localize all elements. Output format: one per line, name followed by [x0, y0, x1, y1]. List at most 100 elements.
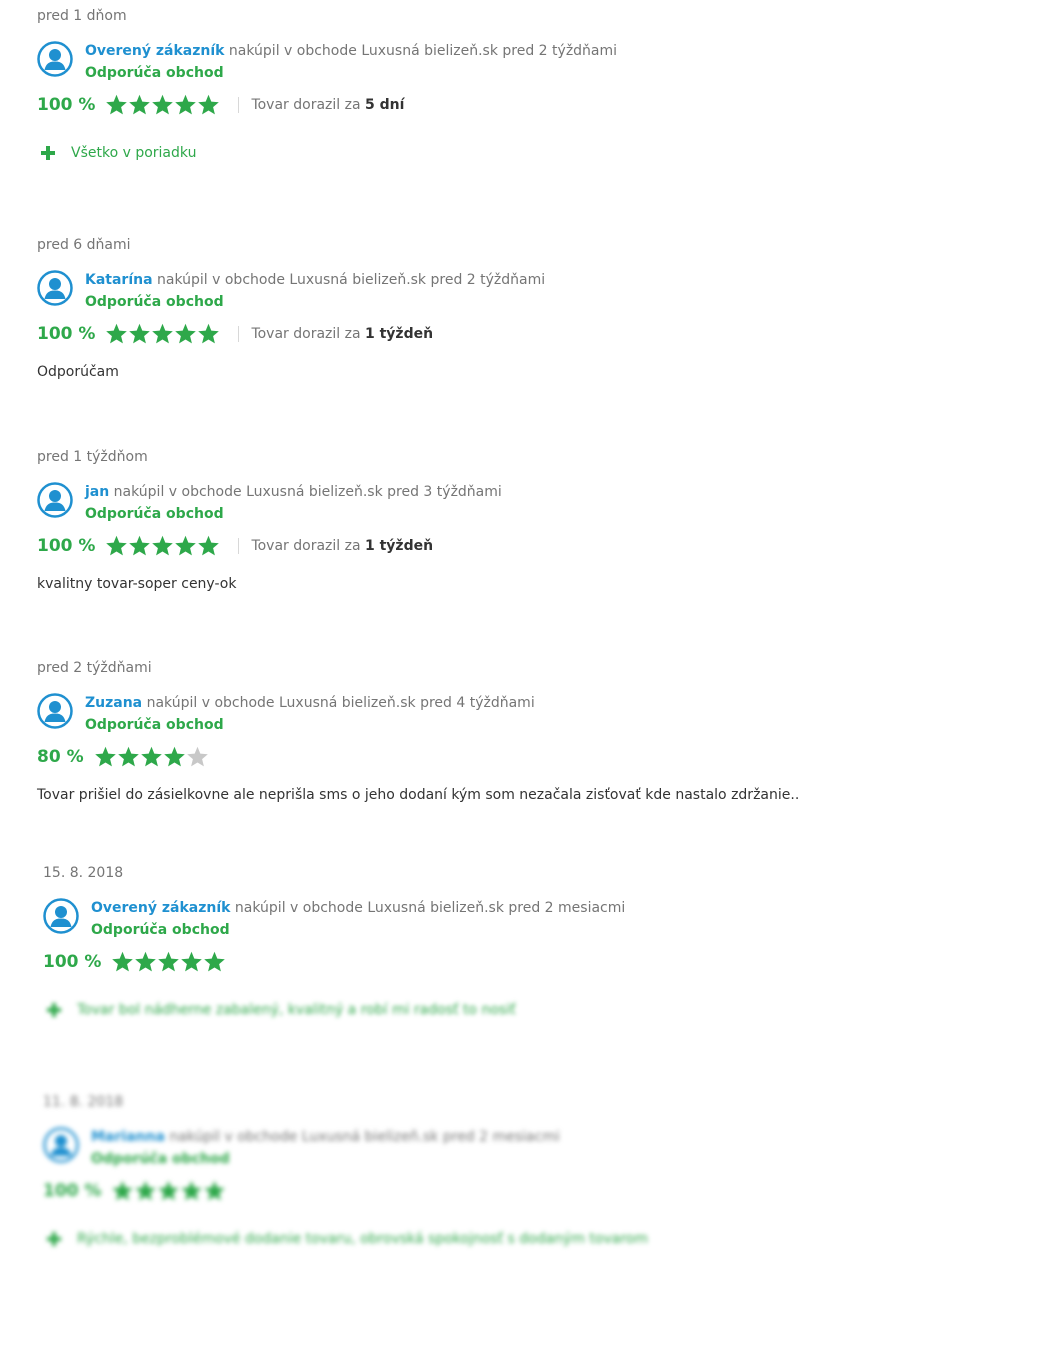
star-rating — [111, 1180, 226, 1202]
star-icon — [175, 535, 197, 556]
recommend-label: Odporúča obchod — [85, 294, 224, 310]
review-pro: Všetko v poriadku — [37, 145, 937, 161]
star-icon — [158, 951, 180, 972]
star-icon — [204, 951, 226, 972]
plus-icon — [47, 1003, 61, 1017]
rating-percent: 100 % — [43, 952, 102, 972]
reviewer-row: jan nakúpil v obchode Luxusná bielizeň.s… — [37, 482, 937, 526]
star-icon — [198, 323, 220, 344]
recommend-label: Odporúča obchod — [85, 717, 224, 733]
star-icon — [106, 535, 128, 556]
star-icon — [198, 535, 220, 556]
user-circle-icon — [37, 41, 73, 77]
recommend-label: Odporúča obchod — [85, 65, 224, 81]
star-icon — [175, 94, 197, 115]
reviewer-name[interactable]: Katarína — [85, 272, 153, 288]
star-icon — [129, 94, 151, 115]
star-icon — [94, 746, 116, 767]
star-rating — [111, 951, 226, 973]
star-icon — [152, 323, 174, 344]
review-date: 11. 8. 2018 — [43, 1094, 124, 1110]
rating-percent: 100 % — [37, 324, 96, 344]
reviewer-row: Marianna nakúpil v obchode Luxusná bieli… — [43, 1127, 943, 1171]
rating-row: 100 % Tovar dorazil za 1 týždeň — [37, 320, 937, 348]
user-circle-icon — [43, 898, 79, 934]
star-icon — [181, 1180, 203, 1201]
pro-text: Všetko v poriadku — [71, 145, 197, 161]
rating-row: 100 % Tovar dorazil za 1 týždeň — [37, 532, 937, 560]
user-circle-icon — [43, 1127, 79, 1163]
star-icon — [129, 323, 151, 344]
reviewer-name[interactable]: Overený zákazník — [85, 43, 224, 59]
pro-text: Tovar bol nádherne zabalený, kvalitný a … — [77, 1002, 516, 1018]
purchase-info: nakúpil v obchode Luxusná bielizeň.sk pr… — [146, 695, 535, 711]
star-icon — [135, 951, 157, 972]
star-icon — [152, 535, 174, 556]
review-card: pred 1 týždňom jan nakúpil v obchode Lux… — [37, 447, 937, 592]
star-icon — [129, 535, 151, 556]
rating-percent: 100 % — [37, 95, 96, 115]
purchase-info: nakúpil v obchode Luxusná bielizeň.sk pr… — [234, 900, 626, 916]
rating-row: 100 % Tovar dorazil za 5 dní — [37, 91, 937, 119]
star-icon — [112, 951, 134, 972]
star-icon — [112, 1180, 134, 1201]
delivery-time: Tovar dorazil za 1 týždeň — [251, 538, 434, 554]
star-icon — [198, 94, 220, 115]
star-rating — [105, 323, 220, 345]
reviewer-line: Katarína nakúpil v obchode Luxusná bieli… — [85, 270, 545, 290]
delivery-time: Tovar dorazil za 1 týždeň — [251, 326, 434, 342]
star-icon — [135, 1180, 157, 1201]
reviewer-row: Katarína nakúpil v obchode Luxusná bieli… — [37, 270, 937, 314]
review-comment: kvalitny tovar-soper ceny-ok — [37, 576, 237, 592]
reviewer-name[interactable]: jan — [85, 484, 109, 500]
rating-row: 100 % — [43, 1177, 943, 1205]
recommend-label: Odporúča obchod — [91, 1151, 230, 1167]
reviewer-row: Overený zákazník nakúpil v obchode Luxus… — [43, 898, 943, 942]
review-date: 15. 8. 2018 — [43, 865, 124, 881]
rating-percent: 100 % — [43, 1181, 102, 1201]
pro-text: Rýchle, bezproblémové dodanie tovaru, ob… — [77, 1231, 648, 1247]
reviewer-name[interactable]: Overený zákazník — [91, 900, 230, 916]
reviewer-name[interactable]: Marianna — [91, 1129, 165, 1145]
star-icon — [204, 1180, 226, 1201]
divider — [238, 97, 240, 113]
rating-percent: 100 % — [37, 536, 96, 556]
review-card: pred 1 dňom Overený zákazník nakúpil v o… — [37, 6, 937, 161]
star-icon — [106, 94, 128, 115]
divider — [238, 538, 240, 554]
star-icon — [186, 746, 208, 767]
star-icon — [117, 746, 139, 767]
star-icon — [158, 1180, 180, 1201]
star-icon — [140, 746, 162, 767]
user-circle-icon — [37, 693, 73, 729]
review-date: pred 2 týždňami — [37, 660, 152, 676]
purchase-info: nakúpil v obchode Luxusná bielizeň.sk pr… — [157, 272, 546, 288]
review-card: pred 6 dňami Katarína nakúpil v obchode … — [37, 235, 937, 380]
purchase-info: nakúpil v obchode Luxusná bielizeň.sk pr… — [169, 1129, 560, 1145]
plus-icon — [47, 1232, 61, 1246]
reviewer-line: Zuzana nakúpil v obchode Luxusná bielize… — [85, 693, 535, 713]
review-date: pred 1 dňom — [37, 8, 127, 24]
star-icon — [163, 746, 185, 767]
star-rating — [105, 94, 220, 116]
delivery-time: Tovar dorazil za 5 dní — [251, 97, 405, 113]
star-rating — [105, 535, 220, 557]
review-pro: Tovar bol nádherne zabalený, kvalitný a … — [43, 1002, 943, 1018]
rating-percent: 80 % — [37, 747, 84, 767]
review-date: pred 1 týždňom — [37, 449, 148, 465]
purchase-info: nakúpil v obchode Luxusná bielizeň.sk pr… — [228, 43, 618, 59]
review-card: pred 2 týždňami Zuzana nakúpil v obchode… — [37, 658, 937, 803]
review-comment: Odporúčam — [37, 364, 119, 380]
reviewer-line: Overený zákazník nakúpil v obchode Luxus… — [85, 41, 617, 61]
reviewer-row: Overený zákazník nakúpil v obchode Luxus… — [37, 41, 937, 85]
star-rating — [94, 746, 209, 768]
reviewer-line: Overený zákazník nakúpil v obchode Luxus… — [91, 898, 625, 918]
review-card: 11. 8. 2018 Marianna nakúpil v obchode L… — [43, 1092, 943, 1247]
review-card: 15. 8. 2018 Overený zákazník nakúpil v o… — [43, 863, 943, 1018]
review-pro: Rýchle, bezproblémové dodanie tovaru, ob… — [43, 1231, 943, 1247]
reviewer-row: Zuzana nakúpil v obchode Luxusná bielize… — [37, 693, 937, 737]
recommend-label: Odporúča obchod — [91, 922, 230, 938]
reviewer-name[interactable]: Zuzana — [85, 695, 142, 711]
star-icon — [175, 323, 197, 344]
user-circle-icon — [37, 270, 73, 306]
